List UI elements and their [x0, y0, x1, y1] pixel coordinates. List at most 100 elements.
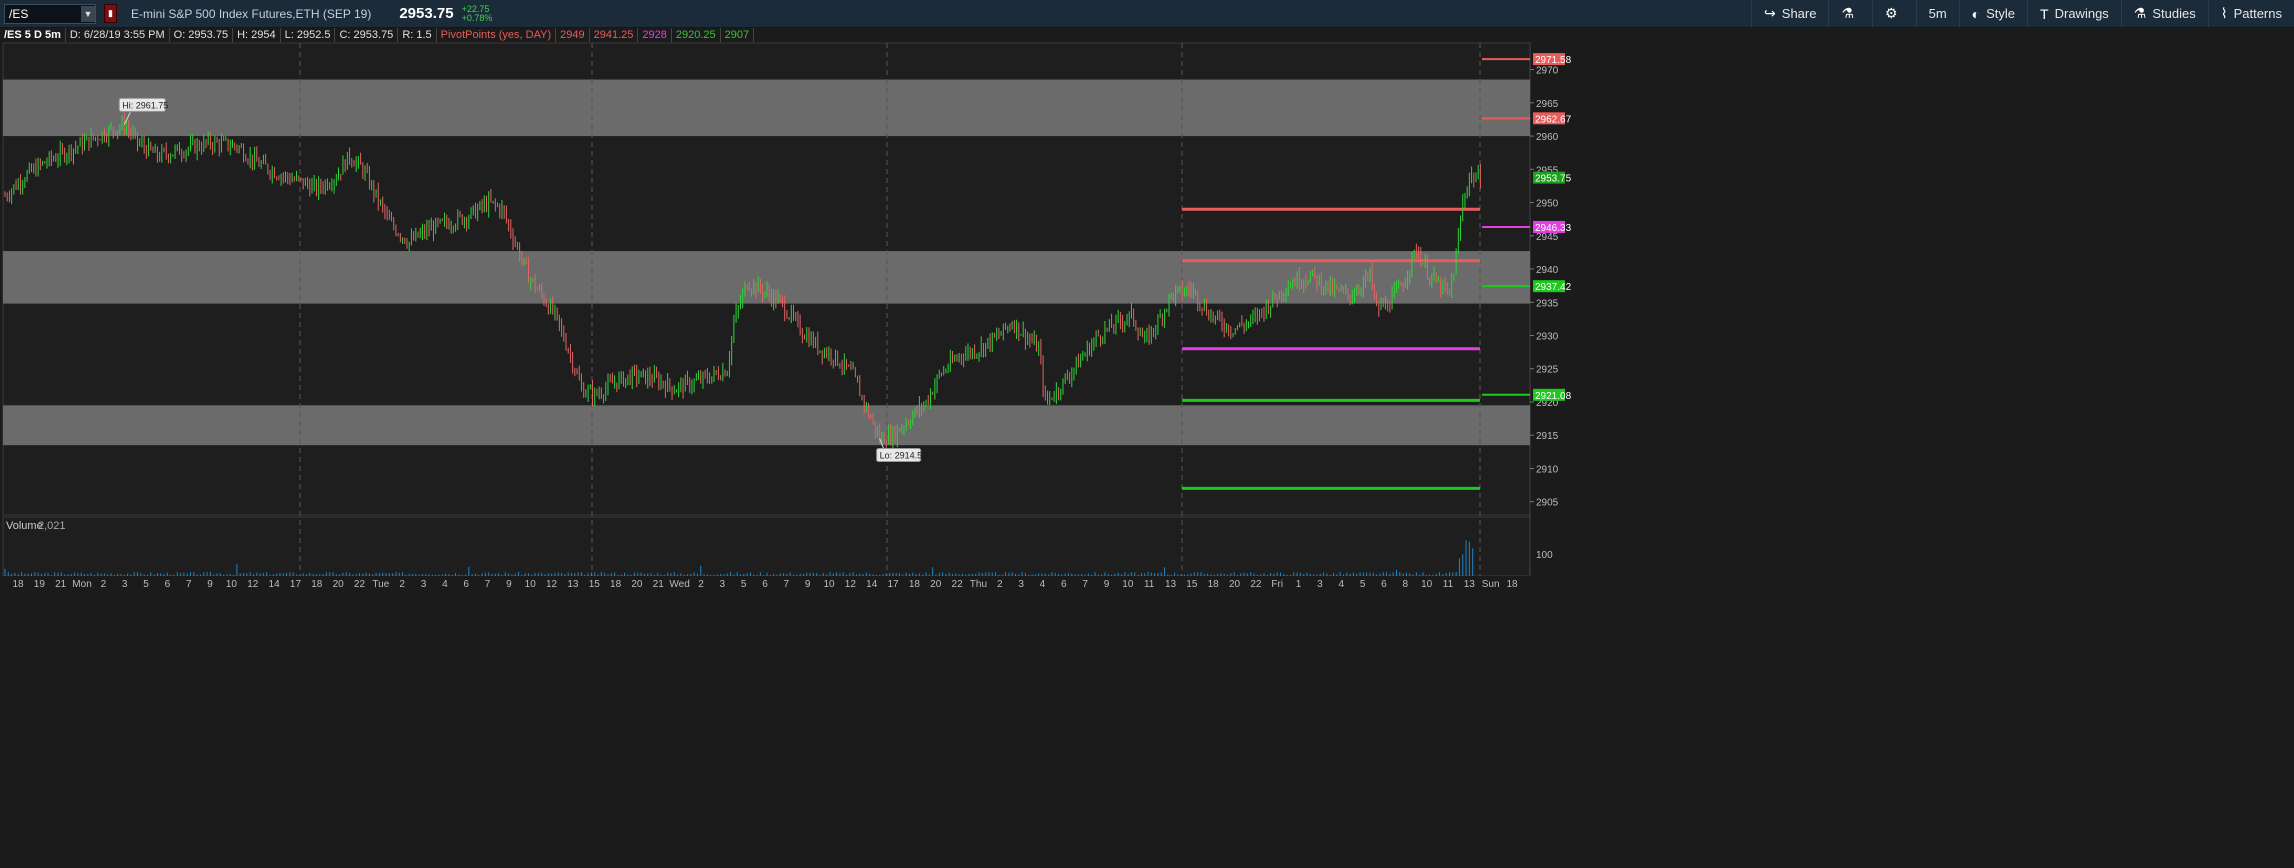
- x-tick-label: Fri: [1271, 579, 1283, 590]
- bar-open: O: 2953.75: [170, 28, 234, 42]
- x-tick-label: 3: [421, 579, 427, 590]
- x-tick-label: Thu: [970, 579, 987, 590]
- x-tick-label: 18: [1208, 579, 1220, 590]
- support-resistance-zone: [3, 251, 1530, 304]
- y-tick-label: 2925: [1536, 365, 1559, 376]
- x-tick-label: 12: [546, 579, 558, 590]
- price-marker-label: 2921.08: [1535, 391, 1572, 402]
- x-tick-label: 10: [226, 579, 238, 590]
- pivot-pp: 2928: [638, 28, 672, 42]
- x-tick-label: 12: [845, 579, 857, 590]
- x-tick-label: 18: [12, 579, 24, 590]
- y-tick-label: 2965: [1536, 99, 1559, 110]
- pivot-study-label[interactable]: PivotPoints (yes, DAY): [437, 28, 557, 42]
- x-tick-label: 6: [1381, 579, 1387, 590]
- x-tick-label: 13: [1464, 579, 1476, 590]
- lo-label: Lo: 2914.5: [880, 451, 923, 461]
- x-tick-label: 11: [1443, 579, 1454, 590]
- x-tick-label: 2: [399, 579, 405, 590]
- price-chart[interactable]: 2905291029152920292529302935294029452950…: [0, 0, 2294, 868]
- y-tick-label: 2940: [1536, 265, 1559, 276]
- pivot-r2: 2949: [556, 28, 590, 42]
- pivot-s2: 2907: [721, 28, 755, 42]
- x-tick-label: 2: [698, 579, 704, 590]
- y-tick-label: 2905: [1536, 498, 1559, 509]
- y-tick-label: 2960: [1536, 132, 1559, 143]
- x-tick-label: Sun: [1482, 579, 1500, 590]
- x-tick-label: 18: [311, 579, 323, 590]
- y-tick-label: 2935: [1536, 298, 1559, 309]
- price-marker-label: 2953.75: [1535, 174, 1572, 185]
- x-tick-label: 10: [525, 579, 537, 590]
- y-tick-label: 2915: [1536, 431, 1559, 442]
- chart-app: /ES ▼ ▮ E-mini S&P 500 Index Futures,ETH…: [0, 0, 2294, 868]
- bar-range: R: 1.5: [398, 28, 437, 42]
- x-tick-label: 5: [741, 579, 747, 590]
- bar-date: D: 6/28/19 3:55 PM: [66, 28, 170, 42]
- x-tick-label: 2: [997, 579, 1003, 590]
- x-tick-label: 22: [354, 579, 366, 590]
- x-tick-label: 9: [207, 579, 213, 590]
- chart-header-info: /ES 5 D 5m D: 6/28/19 3:55 PM O: 2953.75…: [0, 27, 755, 43]
- x-tick-label: 9: [1104, 579, 1110, 590]
- chart-title: /ES 5 D 5m: [0, 28, 66, 42]
- pivot-r1: 2941.25: [590, 28, 639, 42]
- x-tick-label: 17: [290, 579, 302, 590]
- y-tick-label: 2910: [1536, 464, 1559, 475]
- x-tick-label: 4: [442, 579, 448, 590]
- x-tick-label: 15: [589, 579, 601, 590]
- y-tick-label: 2950: [1536, 199, 1559, 210]
- volume-panel: [2, 516, 1531, 577]
- pivot-s1: 2920.25: [672, 28, 721, 42]
- x-tick-label: 7: [1082, 579, 1088, 590]
- x-tick-label: 18: [909, 579, 921, 590]
- x-tick-label: 18: [1506, 579, 1518, 590]
- x-tick-label: 19: [34, 579, 46, 590]
- x-tick-label: 3: [1317, 579, 1323, 590]
- x-tick-label: 18: [610, 579, 622, 590]
- x-tick-label: 21: [653, 579, 665, 590]
- x-tick-label: 14: [269, 579, 281, 590]
- x-tick-label: Tue: [372, 579, 389, 590]
- price-marker-label: 2962.67: [1535, 114, 1572, 125]
- price-marker-label: 2946.33: [1535, 223, 1572, 234]
- y-tick-label: 2930: [1536, 332, 1559, 343]
- x-tick-label: 9: [506, 579, 512, 590]
- x-tick-label: 6: [165, 579, 171, 590]
- x-tick-label: Mon: [72, 579, 91, 590]
- price-marker-label: 2971.58: [1535, 55, 1572, 66]
- volume-value: 2,021: [38, 520, 66, 532]
- x-tick-label: 2: [101, 579, 107, 590]
- x-tick-label: 7: [485, 579, 491, 590]
- x-tick-label: 8: [1403, 579, 1409, 590]
- bar-high: H: 2954: [233, 28, 281, 42]
- volume-tick-label: 100: [1536, 550, 1553, 561]
- x-tick-label: 6: [463, 579, 469, 590]
- bar-close: C: 2953.75: [335, 28, 399, 42]
- x-tick-label: 6: [762, 579, 768, 590]
- x-tick-label: 5: [143, 579, 149, 590]
- bar-low: L: 2952.5: [281, 28, 336, 42]
- x-tick-label: 20: [930, 579, 942, 590]
- x-tick-label: 20: [631, 579, 643, 590]
- x-tick-label: 4: [1040, 579, 1046, 590]
- x-tick-label: 9: [805, 579, 811, 590]
- x-tick-label: Wed: [669, 579, 689, 590]
- x-tick-label: 7: [784, 579, 790, 590]
- support-resistance-zone: [3, 79, 1530, 137]
- x-tick-label: 7: [186, 579, 192, 590]
- x-tick-label: 3: [122, 579, 128, 590]
- price-marker-label: 2937.42: [1535, 282, 1572, 293]
- x-tick-label: 3: [1018, 579, 1024, 590]
- y-tick-label: 2970: [1536, 66, 1559, 77]
- x-tick-label: 10: [823, 579, 835, 590]
- x-tick-label: 3: [720, 579, 726, 590]
- x-tick-label: 5: [1360, 579, 1366, 590]
- x-tick-label: 17: [887, 579, 899, 590]
- x-tick-label: 20: [1229, 579, 1241, 590]
- x-tick-label: 13: [567, 579, 579, 590]
- support-resistance-zone: [3, 405, 1530, 446]
- x-tick-label: 6: [1061, 579, 1067, 590]
- footer-bg: [0, 576, 2294, 868]
- x-tick-label: 10: [1421, 579, 1433, 590]
